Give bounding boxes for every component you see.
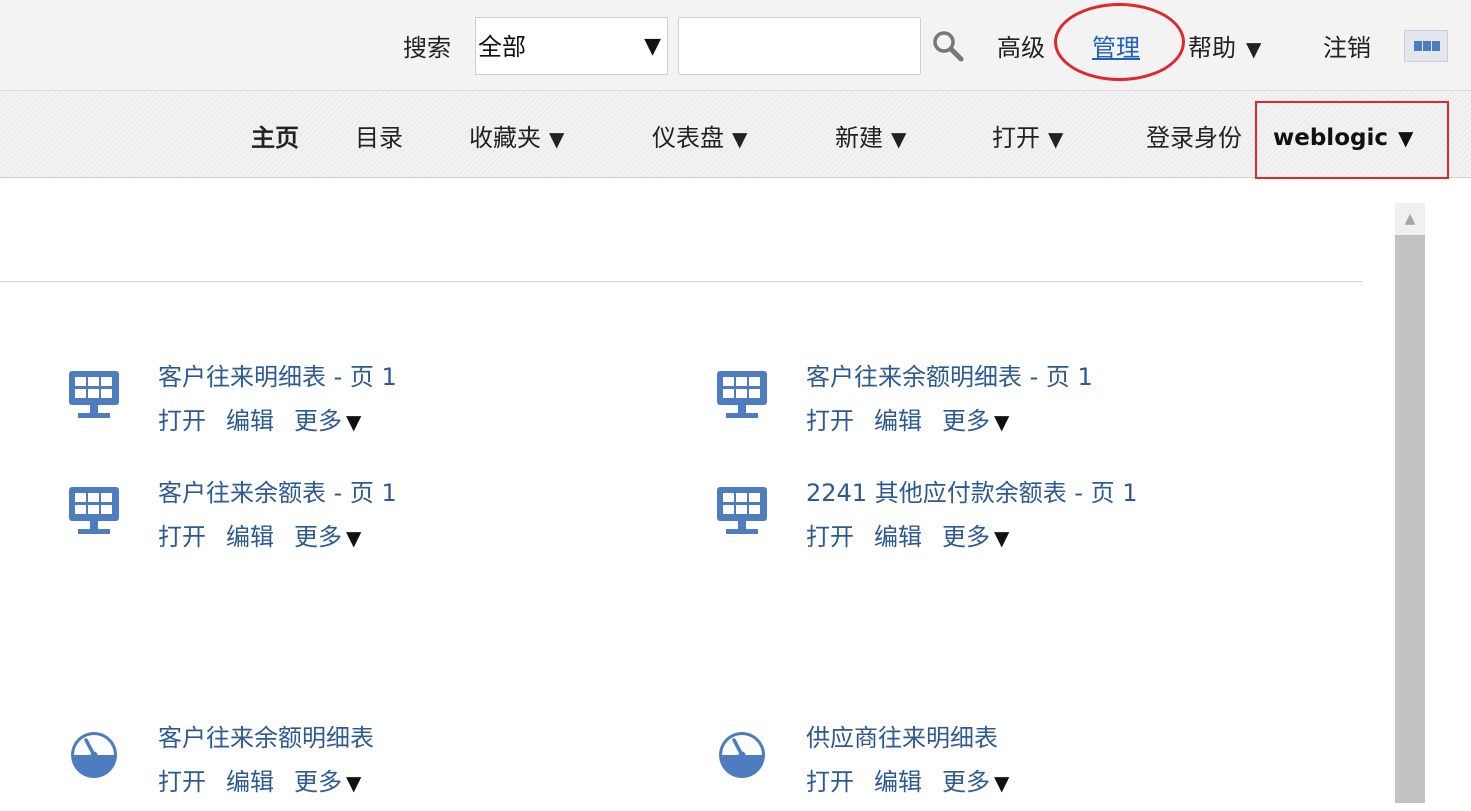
chevron-down-icon: ▼: [1048, 127, 1064, 151]
user-menu[interactable]: weblogic ▼: [1273, 123, 1413, 153]
more-label: 更多: [294, 523, 342, 551]
chevron-down-icon: ▼: [346, 410, 362, 434]
edit-link[interactable]: 编辑: [874, 523, 922, 551]
list-item: 2241 其他应付款余额表 - 页 1 打开 编辑 更多 ▼: [716, 479, 1276, 566]
nav-dashboards-label: 仪表盘: [652, 124, 724, 152]
item-title-link[interactable]: 2241 其他应付款余额表 - 页 1: [806, 478, 1138, 508]
more-label: 更多: [294, 768, 342, 796]
help-menu[interactable]: 帮助 ▼: [1188, 33, 1261, 64]
chevron-down-icon: ▼: [732, 127, 748, 151]
search-scope-select[interactable]: 全部 ▼: [475, 17, 668, 75]
open-link[interactable]: 打开: [158, 407, 206, 435]
item-actions: 打开 编辑 更多 ▼: [158, 522, 361, 553]
item-actions: 打开 编辑 更多 ▼: [806, 522, 1009, 553]
open-link[interactable]: 打开: [806, 523, 854, 551]
gauge-icon[interactable]: [716, 731, 772, 791]
dashboard-icon[interactable]: [68, 370, 124, 430]
item-title-link[interactable]: 客户往来余额明细表 - 页 1: [806, 362, 1093, 392]
item-actions: 打开 编辑 更多 ▼: [158, 406, 361, 437]
more-label: 更多: [294, 407, 342, 435]
item-actions: 打开 编辑 更多 ▼: [158, 767, 361, 798]
more-menu[interactable]: 更多 ▼: [294, 407, 361, 435]
item-title-link[interactable]: 客户往来余额明细表: [158, 723, 374, 753]
dashboard-icon[interactable]: [716, 370, 772, 430]
global-header: 搜索 全部 ▼ 高级 管理 帮助 ▼ 注销: [0, 0, 1471, 91]
more-menu[interactable]: 更多 ▼: [942, 768, 1009, 796]
more-menu[interactable]: 更多 ▼: [942, 523, 1009, 551]
open-link[interactable]: 打开: [158, 768, 206, 796]
list-item: 客户往来明细表 - 页 1 打开 编辑 更多 ▼: [68, 363, 628, 450]
gauge-icon[interactable]: [68, 731, 124, 791]
edit-link[interactable]: 编辑: [874, 407, 922, 435]
main-nav: 主页 目录 收藏夹 ▼ 仪表盘 ▼ 新建 ▼ 打开 ▼ 登录身份 weblogic ▼: [0, 91, 1471, 178]
nav-new[interactable]: 新建 ▼: [835, 123, 906, 154]
help-menu-label: 帮助: [1188, 34, 1236, 62]
administration-link[interactable]: 管理: [1092, 33, 1140, 63]
list-item: 客户往来余额明细表 打开 编辑 更多 ▼: [68, 724, 628, 811]
search-icon[interactable]: [930, 28, 966, 64]
open-link[interactable]: 打开: [158, 523, 206, 551]
search-scope-value: 全部: [478, 33, 526, 61]
nav-new-label: 新建: [835, 124, 883, 152]
signed-in-as-label: 登录身份: [1146, 124, 1242, 152]
list-item: 客户往来余额表 - 页 1 打开 编辑 更多 ▼: [68, 479, 628, 566]
nav-favorites-label: 收藏夹: [469, 124, 541, 152]
scroll-thumb[interactable]: [1395, 235, 1425, 803]
chevron-down-icon: ▼: [994, 526, 1010, 550]
chevron-down-icon: ▼: [891, 127, 907, 151]
dashboard-icon[interactable]: [68, 486, 124, 546]
list-item: 客户往来余额明细表 - 页 1 打开 编辑 更多 ▼: [716, 363, 1276, 450]
open-link[interactable]: 打开: [806, 407, 854, 435]
chevron-down-icon: ▼: [346, 526, 362, 550]
chevron-down-icon: ▼: [644, 34, 661, 59]
chevron-down-icon: ▼: [1397, 126, 1414, 150]
more-label: 更多: [942, 407, 990, 435]
more-label: 更多: [942, 523, 990, 551]
edit-link[interactable]: 编辑: [226, 768, 274, 796]
more-label: 更多: [942, 768, 990, 796]
search-label: 搜索: [403, 34, 451, 62]
chevron-down-icon: ▼: [994, 410, 1010, 434]
list-item: 供应商往来明细表 打开 编辑 更多 ▼: [716, 724, 1276, 811]
item-title-link[interactable]: 客户往来明细表 - 页 1: [158, 362, 397, 392]
signout-link[interactable]: 注销: [1323, 33, 1371, 63]
open-link[interactable]: 打开: [806, 768, 854, 796]
nav-favorites[interactable]: 收藏夹 ▼: [469, 123, 564, 154]
app-switcher-icon[interactable]: [1404, 30, 1448, 62]
item-title-link[interactable]: 客户往来余额表 - 页 1: [158, 478, 397, 508]
nav-open[interactable]: 打开 ▼: [992, 123, 1063, 154]
chevron-down-icon: ▼: [549, 127, 565, 151]
nav-dashboards[interactable]: 仪表盘 ▼: [652, 123, 747, 154]
username: weblogic: [1273, 125, 1388, 151]
chevron-down-icon: ▼: [1246, 37, 1262, 61]
edit-link[interactable]: 编辑: [226, 407, 274, 435]
scroll-up-icon[interactable]: ▲: [1395, 203, 1425, 235]
more-menu[interactable]: 更多 ▼: [294, 768, 361, 796]
vertical-scrollbar[interactable]: ▲: [1395, 203, 1425, 803]
nav-open-label: 打开: [992, 124, 1040, 152]
edit-link[interactable]: 编辑: [874, 768, 922, 796]
more-menu[interactable]: 更多 ▼: [294, 523, 361, 551]
chevron-down-icon: ▼: [346, 771, 362, 795]
advanced-search-link[interactable]: 高级: [997, 33, 1045, 63]
dashboard-icon[interactable]: [716, 486, 772, 546]
item-actions: 打开 编辑 更多 ▼: [806, 406, 1009, 437]
nav-catalog[interactable]: 目录: [355, 123, 403, 153]
edit-link[interactable]: 编辑: [226, 523, 274, 551]
search-input[interactable]: [678, 17, 921, 75]
item-title-link[interactable]: 供应商往来明细表: [806, 723, 998, 753]
item-actions: 打开 编辑 更多 ▼: [806, 767, 1009, 798]
section-divider: [0, 281, 1362, 282]
chevron-down-icon: ▼: [994, 771, 1010, 795]
more-menu[interactable]: 更多 ▼: [942, 407, 1009, 435]
nav-home[interactable]: 主页: [251, 123, 299, 153]
